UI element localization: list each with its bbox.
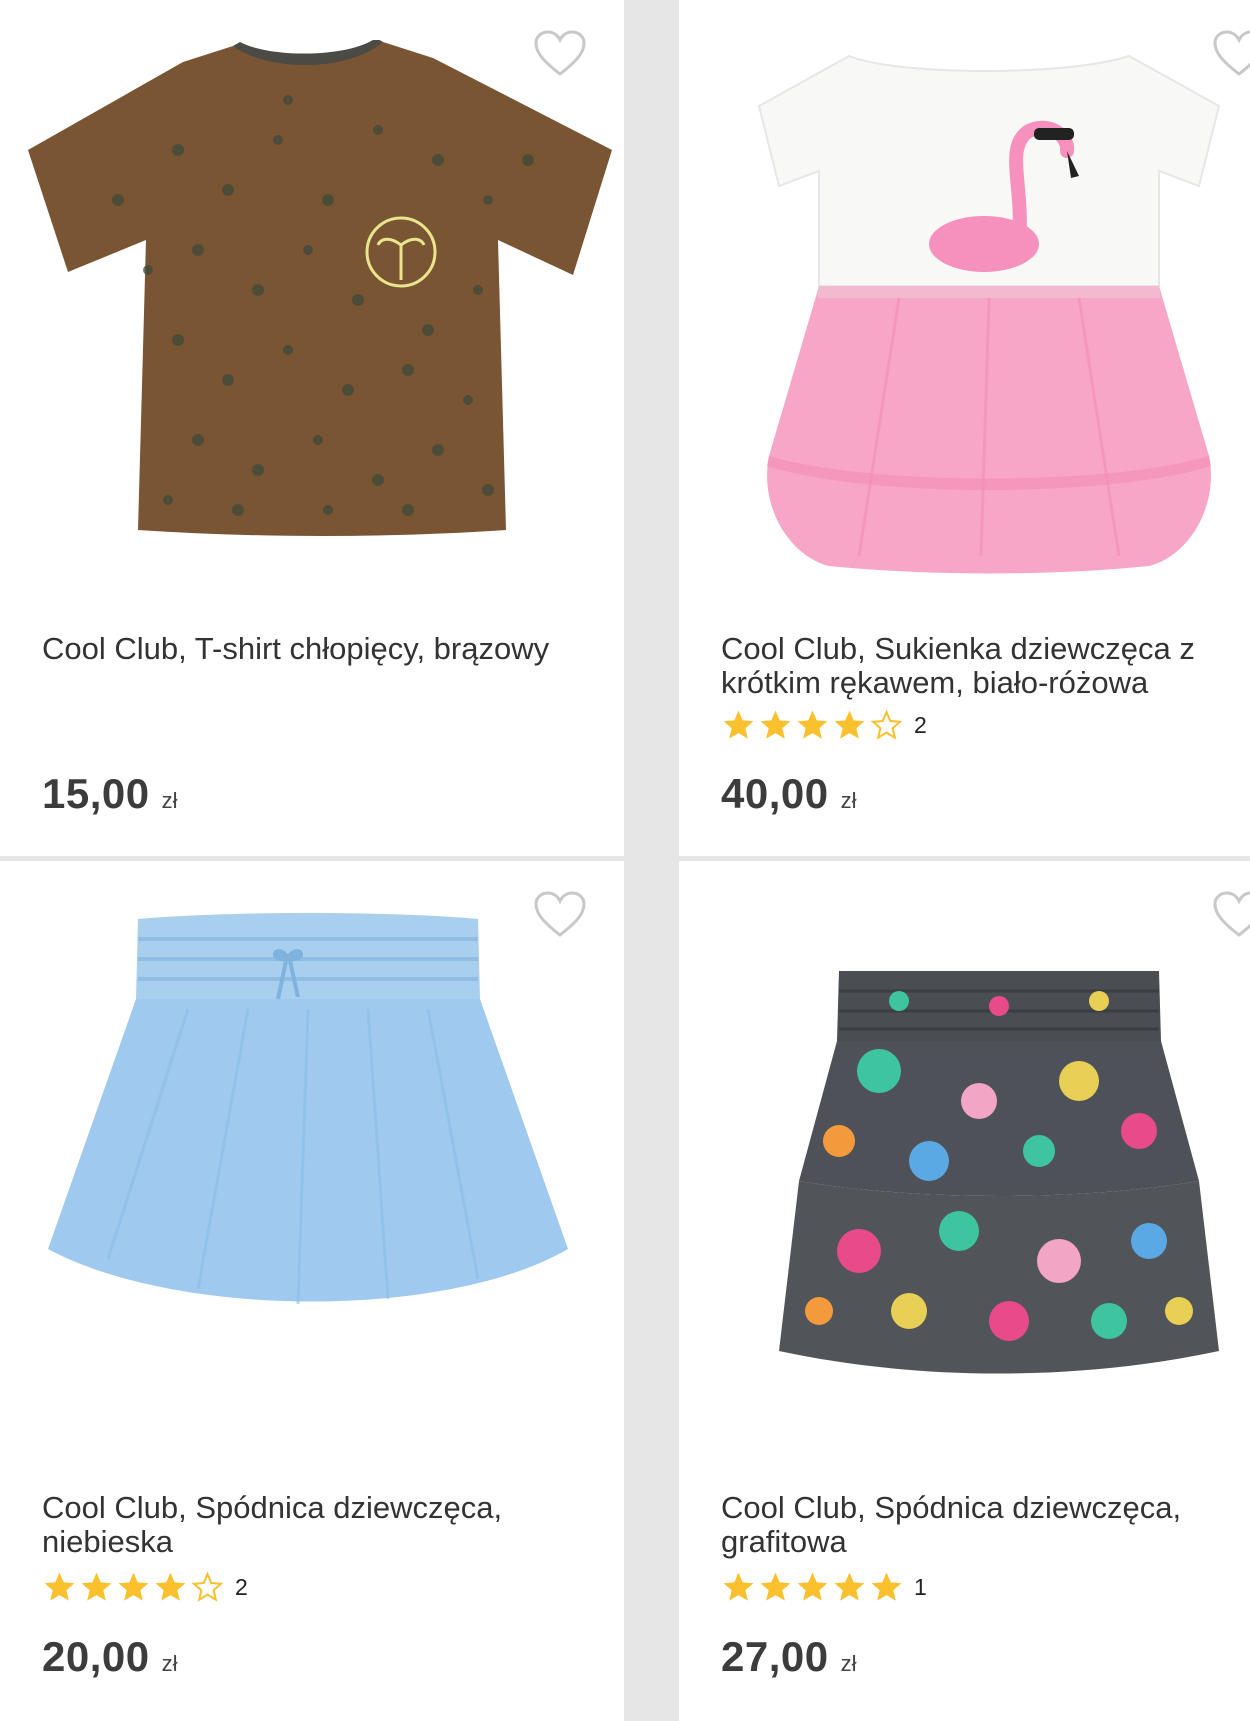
product-grid: Cool Club, T-shirt chłopięcy, brązowy 15… [0, 0, 1250, 1721]
star-full-icon [832, 708, 867, 743]
product-price: 20,00 zł [42, 1633, 178, 1681]
product-price: 27,00 zł [721, 1633, 857, 1681]
price-currency: zł [840, 1651, 857, 1676]
price-value: 27,00 [721, 1633, 829, 1680]
star-full-icon [832, 1570, 867, 1605]
star-full-icon [79, 1570, 114, 1605]
star-full-icon [116, 1570, 151, 1605]
brown-tshirt-image[interactable] [28, 40, 612, 540]
price-currency: zł [161, 788, 178, 813]
star-full-icon [869, 1570, 904, 1605]
heart-icon[interactable] [1213, 891, 1250, 939]
star-full-icon [153, 1570, 188, 1605]
star-full-icon [42, 1570, 77, 1605]
flamingo-dress-image[interactable] [749, 36, 1229, 576]
price-value: 15,00 [42, 770, 150, 817]
product-card[interactable]: Cool Club, Spódnica dziewczęca, grafitow… [679, 861, 1250, 1721]
rating-count: 2 [235, 1573, 248, 1600]
product-title[interactable]: Cool Club, T-shirt chłopięcy, brązowy [42, 632, 582, 666]
blue-skirt-image[interactable] [48, 909, 588, 1319]
star-full-icon [795, 708, 830, 743]
rating-count: 1 [914, 1573, 927, 1600]
star-full-icon [795, 1570, 830, 1605]
floral-skirt-image[interactable] [779, 971, 1219, 1381]
price-currency: zł [840, 788, 857, 813]
rating-stars: 2 [42, 1570, 248, 1604]
rating-count: 2 [914, 711, 927, 738]
star-empty-icon [869, 708, 904, 743]
star-full-icon [758, 1570, 793, 1605]
product-price: 15,00 zł [42, 770, 178, 818]
product-card[interactable]: Cool Club, Sukienka dziewczęca z krótkim… [679, 0, 1250, 856]
product-title[interactable]: Cool Club, Spódnica dziewczęca, grafitow… [721, 1491, 1250, 1559]
price-value: 40,00 [721, 770, 829, 817]
product-title[interactable]: Cool Club, Spódnica dziewczęca, niebiesk… [42, 1491, 582, 1559]
star-full-icon [758, 708, 793, 743]
star-full-icon [721, 1570, 756, 1605]
product-price: 40,00 zł [721, 770, 857, 818]
star-empty-icon [190, 1570, 225, 1605]
product-card[interactable]: Cool Club, Spódnica dziewczęca, niebiesk… [0, 861, 624, 1721]
product-title[interactable]: Cool Club, Sukienka dziewczęca z krótkim… [721, 632, 1250, 700]
price-value: 20,00 [42, 1633, 150, 1680]
rating-stars: 1 [721, 1570, 927, 1604]
rating-stars: 2 [721, 708, 927, 742]
product-card[interactable]: Cool Club, T-shirt chłopięcy, brązowy 15… [0, 0, 624, 856]
star-full-icon [721, 708, 756, 743]
price-currency: zł [161, 1651, 178, 1676]
